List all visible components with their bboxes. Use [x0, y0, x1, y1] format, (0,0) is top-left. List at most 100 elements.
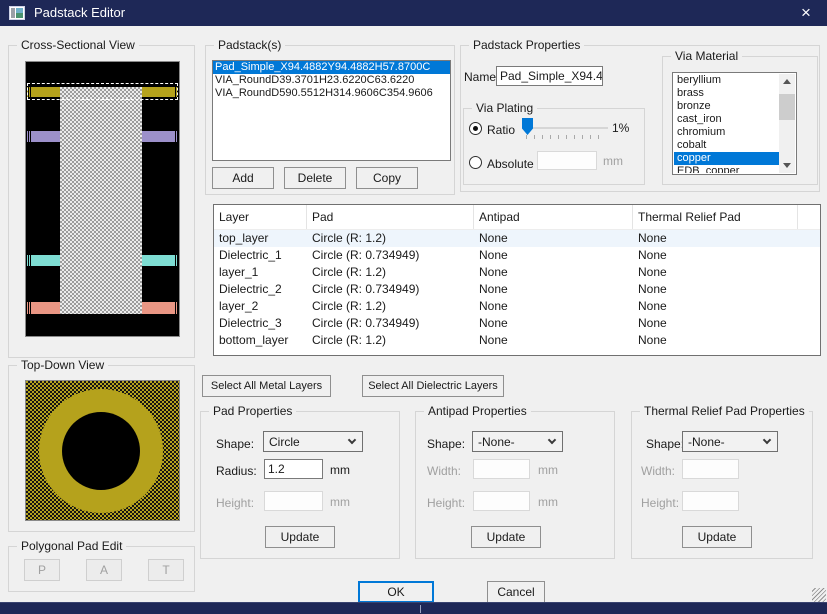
via-material-item[interactable]: cobalt	[674, 139, 779, 152]
padstack-list-item[interactable]: VIA_RoundD39.3701H23.6220C63.6220	[213, 74, 450, 87]
via-barrel	[60, 87, 142, 314]
via-material-item[interactable]: EDB_copper	[674, 165, 779, 173]
thermal-width-label: Width:	[641, 464, 675, 478]
layer-table-cell: Circle (R: 1.2)	[307, 230, 474, 247]
via-material-item[interactable]: brass	[674, 87, 779, 100]
chevron-down-icon	[763, 436, 771, 444]
via-material-item[interactable]: cast_iron	[674, 113, 779, 126]
ratio-slider-ticks	[526, 135, 606, 139]
via-material-list[interactable]: berylliumbrassbronzecast_ironchromiumcob…	[672, 72, 797, 175]
layer-table-cell: layer_1	[214, 264, 307, 281]
layer-table: LayerPadAntipadThermal Relief Pad top_la…	[213, 204, 821, 356]
select-all-dielectric-layers-button[interactable]: Select All Dielectric Layers	[362, 375, 504, 397]
layer-table-cell: None	[474, 247, 633, 264]
polygonal-p-button: P	[24, 559, 60, 581]
padstacks-title: Padstack(s)	[214, 38, 285, 52]
top-down-title: Top-Down View	[17, 358, 108, 372]
padstack-list-item[interactable]: Pad_Simple_X94.4882Y94.4882H57.8700C	[213, 61, 450, 74]
antipad-update-button[interactable]: Update	[471, 526, 541, 548]
layer-table-cell: top_layer	[214, 230, 307, 247]
layer-table-row[interactable]: Dielectric_3Circle (R: 0.734949)NoneNone	[214, 315, 820, 332]
thermal-shape-dropdown[interactable]: -None-	[682, 431, 778, 452]
pad-height-unit-label: mm	[330, 495, 350, 509]
name-label: Name:	[464, 70, 499, 84]
layer-table-cell: bottom_layer	[214, 332, 307, 349]
add-button[interactable]: Add	[212, 167, 274, 189]
thermal-update-button[interactable]: Update	[682, 526, 752, 548]
layer-table-cell: Circle (R: 0.734949)	[307, 247, 474, 264]
copy-button[interactable]: Copy	[356, 167, 418, 189]
layer-table-cell: Circle (R: 0.734949)	[307, 281, 474, 298]
antipad-width-field	[473, 459, 530, 479]
chevron-down-icon	[348, 436, 356, 444]
polygonal-pad-edit-title: Polygonal Pad Edit	[17, 539, 126, 553]
layer-table-cell: layer_2	[214, 298, 307, 315]
thermal-relief-properties-title: Thermal Relief Pad Properties	[640, 404, 809, 418]
via-material-item[interactable]: beryllium	[674, 74, 779, 87]
layer-table-column-header[interactable]: Thermal Relief Pad	[633, 205, 798, 229]
select-all-metal-layers-button[interactable]: Select All Metal Layers	[202, 375, 331, 397]
pad-shape-dropdown[interactable]: Circle	[263, 431, 363, 452]
pad-shape-value: Circle	[269, 435, 300, 449]
layer-table-cell: Circle (R: 1.2)	[307, 298, 474, 315]
padstack-list-item[interactable]: VIA_RoundD590.5512H314.9606C354.9606	[213, 87, 450, 100]
scroll-down-icon[interactable]	[779, 158, 795, 173]
via-material-item[interactable]: bronze	[674, 100, 779, 113]
cross-section-canvas	[25, 61, 180, 337]
layer-table-row[interactable]: layer_2Circle (R: 1.2)NoneNone	[214, 298, 820, 315]
layer-table-cell: Dielectric_1	[214, 247, 307, 264]
via-material-item[interactable]: copper	[674, 152, 779, 165]
layer-table-cell: None	[474, 264, 633, 281]
layer-table-row[interactable]: Dielectric_1Circle (R: 0.734949)NoneNone	[214, 247, 820, 264]
layer-table-cell: None	[474, 315, 633, 332]
pad-radius-field[interactable]: 1.2	[264, 459, 323, 479]
polygonal-a-button: A	[86, 559, 122, 581]
selected-layer-outline	[27, 83, 178, 100]
layer-table-column-header[interactable]: Antipad	[474, 205, 633, 229]
layer-table-cell: None	[474, 298, 633, 315]
app-icon	[9, 6, 25, 20]
padstack-list[interactable]: Pad_Simple_X94.4882Y94.4882H57.8700CVIA_…	[212, 60, 451, 161]
pad-update-button[interactable]: Update	[265, 526, 335, 548]
delete-button[interactable]: Delete	[284, 167, 346, 189]
layer-table-column-header[interactable]: Pad	[307, 205, 474, 229]
pad-shape-label: Shape:	[216, 437, 254, 451]
resize-grip[interactable]	[812, 588, 826, 602]
ratio-radio[interactable]	[469, 122, 482, 135]
antipad-height-field	[473, 491, 530, 511]
close-icon[interactable]: ×	[785, 0, 827, 26]
ratio-slider-track[interactable]	[522, 127, 608, 129]
via-material-item[interactable]: chromium	[674, 126, 779, 139]
name-field[interactable]: Pad_Simple_X94.4882	[496, 66, 603, 86]
layer-table-header: LayerPadAntipadThermal Relief Pad	[214, 205, 820, 230]
padstack-editor-dialog: Padstack Editor × Cross-Sectional View T…	[0, 0, 827, 614]
chevron-down-icon	[548, 436, 556, 444]
layer-table-row[interactable]: layer_1Circle (R: 1.2)NoneNone	[214, 264, 820, 281]
padstack-properties-title: Padstack Properties	[469, 38, 584, 52]
antipad-shape-dropdown[interactable]: -None-	[472, 431, 563, 452]
layer-table-row[interactable]: top_layerCircle (R: 1.2)NoneNone	[214, 230, 820, 247]
ok-button[interactable]: OK	[358, 581, 434, 603]
thermal-shape-label: Shape:	[646, 437, 684, 451]
thermal-width-field	[682, 459, 739, 479]
scroll-up-icon[interactable]	[779, 74, 795, 89]
layer-table-cell: Circle (R: 1.2)	[307, 264, 474, 281]
layer-table-cell: None	[633, 247, 798, 264]
cancel-button[interactable]: Cancel	[487, 581, 545, 603]
layer-table-row[interactable]: Dielectric_2Circle (R: 0.734949)NoneNone	[214, 281, 820, 298]
thermal-shape-value: -None-	[688, 435, 725, 449]
layer-table-cell: None	[633, 315, 798, 332]
pad-properties-title: Pad Properties	[209, 404, 296, 418]
layer-table-row[interactable]: bottom_layerCircle (R: 1.2)NoneNone	[214, 332, 820, 349]
absolute-radio[interactable]	[469, 156, 482, 169]
layer-table-cell: None	[633, 281, 798, 298]
layer-table-cell: Circle (R: 0.734949)	[307, 315, 474, 332]
bottom-strip	[0, 602, 827, 614]
strip-divider	[420, 605, 421, 613]
pad-height-field	[264, 491, 323, 511]
scrollbar-thumb[interactable]	[779, 94, 795, 120]
via-material-scrollbar[interactable]	[779, 74, 795, 173]
layer-table-column-header[interactable]: Layer	[214, 205, 307, 229]
via-material-title: Via Material	[671, 49, 742, 63]
layer-table-cell: None	[474, 281, 633, 298]
